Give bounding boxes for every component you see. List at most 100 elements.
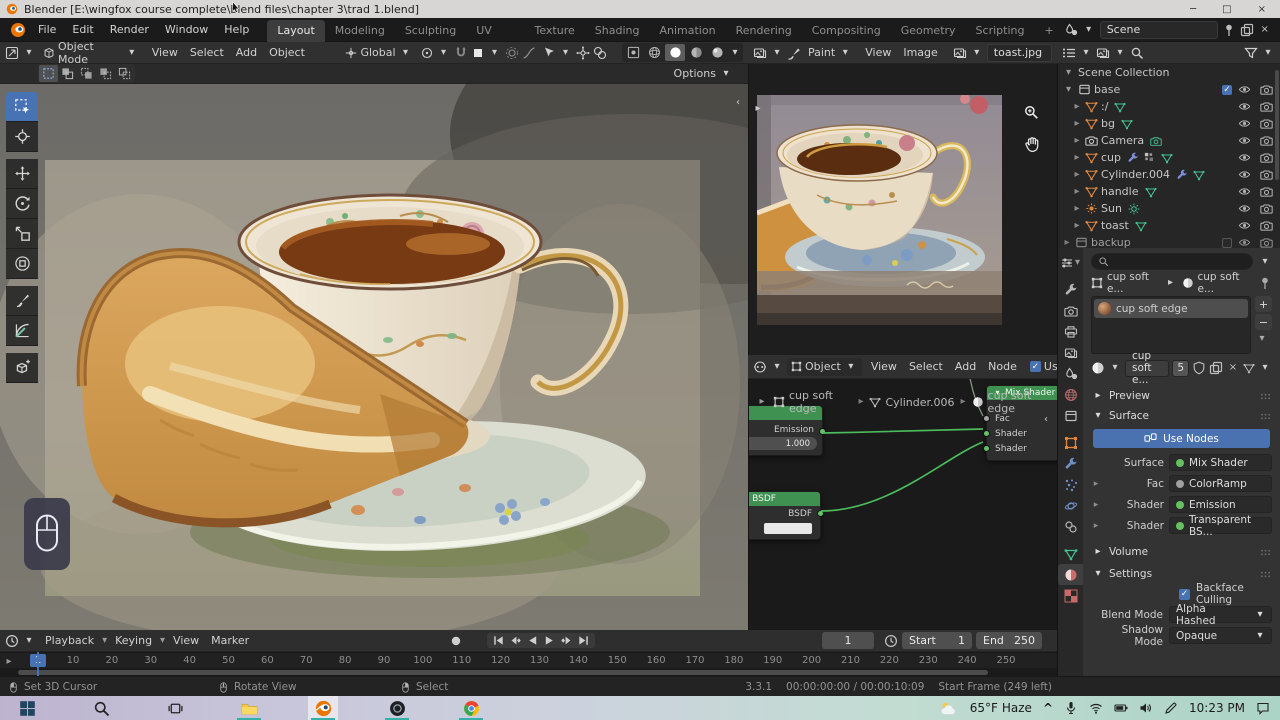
jump-to-end-button[interactable] — [577, 634, 590, 647]
taskbar-start-button[interactable] — [12, 696, 42, 720]
mouse-navigation-widget[interactable] — [24, 498, 70, 570]
options-dropdown[interactable]: Options ▾ — [670, 67, 737, 81]
chevron-down-icon[interactable]: ▾ — [22, 634, 36, 648]
overlays-icon[interactable] — [593, 46, 607, 60]
outliner-row-handle[interactable]: ▸ handle — [1058, 183, 1280, 200]
menu-file[interactable]: File — [30, 18, 64, 42]
collection-checkbox[interactable] — [1222, 237, 1232, 248]
breadcrumb-cup-soft-edge-2[interactable]: cup soft edge — [988, 389, 1051, 415]
hide-in-viewport-icon[interactable] — [1238, 134, 1251, 147]
select-mode-2-button[interactable] — [58, 65, 77, 82]
tab-layout[interactable]: Layout — [267, 19, 325, 42]
chevron-down-icon[interactable]: ▾ — [22, 46, 36, 60]
tab-texture-paint[interactable]: Texture Paint — [525, 20, 585, 59]
disclosure-icon[interactable]: ▸ — [1072, 134, 1082, 147]
microphone-icon[interactable] — [1064, 701, 1078, 715]
node-menu-node[interactable]: Node — [982, 356, 1023, 378]
viewport-canvas[interactable]: ‹ — [0, 84, 748, 630]
material-slot-list[interactable]: cup soft edge — [1091, 296, 1251, 354]
volume-panel-header[interactable]: ▸ Volume — [1083, 542, 1280, 562]
timeline-scrollbar[interactable] — [0, 668, 1057, 676]
hide-in-viewport-icon[interactable] — [1238, 168, 1251, 181]
transparent-bsdf-node[interactable]: Transparent BSDF BSDF — [749, 491, 824, 540]
chevron-down-icon[interactable]: ▾ — [437, 46, 451, 60]
viewport-menu-add[interactable]: Add — [230, 42, 263, 64]
prop-value-mix-shader[interactable]: Mix Shader — [1169, 454, 1272, 471]
breadcrumb-object[interactable]: cup soft e... — [1107, 271, 1160, 295]
pivot-point-icon[interactable] — [420, 46, 434, 60]
outliner-row-sun[interactable]: ▸ Sun — [1058, 200, 1280, 217]
volume-icon[interactable] — [1139, 701, 1153, 715]
image-menu-view[interactable]: View — [859, 42, 897, 64]
blend-mode-select[interactable]: Alpha Hashed ▾ — [1169, 603, 1272, 627]
properties-tab-modifiers[interactable] — [1058, 453, 1084, 474]
backface-culling-row[interactable]: ✓ Backface Culling — [1171, 582, 1280, 606]
playhead[interactable] — [37, 652, 39, 676]
pen-icon[interactable] — [1164, 701, 1178, 715]
disclosure-icon[interactable]: ▸ — [1072, 117, 1082, 130]
hide-in-viewport-icon[interactable] — [1238, 219, 1251, 232]
outliner-row-cylinder-004[interactable]: ▸ Cylinder.004 — [1058, 166, 1280, 183]
backface-culling-checkbox[interactable]: ✓ — [1179, 588, 1190, 600]
collection-checkbox[interactable]: ✓ — [1222, 84, 1232, 95]
snap-toggle-icon[interactable] — [454, 46, 468, 60]
tab-geometry-nodes[interactable]: Geometry Nodes — [891, 20, 966, 59]
viewport-menu-object[interactable]: Object — [263, 42, 311, 64]
clock-text[interactable]: 10:23 PM — [1189, 701, 1245, 715]
users-count-badge[interactable]: 5 — [1172, 359, 1189, 377]
editor-type-icon[interactable] — [5, 46, 19, 60]
properties-tab-object[interactable] — [1058, 432, 1084, 453]
taskbar-task-view-button[interactable] — [160, 696, 190, 720]
unlink-material-icon[interactable]: × — [1226, 361, 1240, 375]
add-slot-button[interactable]: + — [1255, 296, 1272, 312]
disable-in-renders-icon[interactable] — [1260, 117, 1273, 130]
chevron-down-icon[interactable]: ▾ — [1261, 46, 1275, 60]
hide-in-viewport-icon[interactable] — [1238, 83, 1251, 96]
tab-rendering[interactable]: Rendering — [726, 20, 802, 42]
image-selector[interactable]: toast.jpg — [986, 43, 1052, 62]
use-nodes-button[interactable]: Use Nodes — [1093, 429, 1270, 448]
properties-tab-particles[interactable] — [1058, 474, 1084, 495]
chevron-down-icon[interactable]: ▾ — [1113, 46, 1127, 60]
image-mode-dropdown[interactable]: Paint ▾ — [804, 46, 856, 60]
chevron-down-icon[interactable]: ▾ — [728, 46, 742, 60]
select-mode-4-button[interactable] — [96, 65, 115, 82]
breadcrumb-material[interactable]: cup soft e... — [1198, 271, 1251, 295]
disclosure-icon[interactable]: ▸ — [1072, 151, 1082, 164]
duplicate-material-icon[interactable] — [1209, 361, 1223, 375]
shading-material-button[interactable] — [686, 44, 706, 61]
disable-in-renders-icon[interactable] — [1260, 202, 1273, 215]
tab-compositing[interactable]: Compositing — [802, 20, 891, 42]
editor-type-icon[interactable] — [753, 360, 767, 374]
disclosure-icon[interactable]: ▸ — [1072, 219, 1082, 232]
timeline-menu-keying[interactable]: Keying — [109, 630, 158, 652]
chevron-down-icon[interactable]: ▾ — [970, 46, 984, 60]
scene-selector[interactable]: Scene — [1099, 20, 1218, 39]
chevron-down-icon[interactable]: ▾ — [770, 360, 784, 374]
disable-in-renders-icon[interactable] — [1260, 168, 1273, 181]
next-keyframe-button[interactable] — [560, 634, 573, 647]
disclosure-icon[interactable]: ▸ — [1072, 202, 1082, 215]
taskbar-search-button[interactable] — [86, 696, 116, 720]
hide-in-viewport-icon[interactable] — [1238, 185, 1251, 198]
timeline-menu-marker[interactable]: Marker — [205, 630, 255, 652]
select-mode-3-button[interactable] — [77, 65, 96, 82]
breadcrumb-cup-soft-edge-0[interactable]: cup soft edge — [789, 389, 852, 415]
properties-search-input[interactable] — [1091, 253, 1253, 270]
filter-icon[interactable] — [1244, 46, 1258, 60]
timeline-menu-playback[interactable]: Playback — [39, 630, 100, 652]
chevron-down-icon[interactable]: ▾ — [1108, 361, 1122, 375]
editor-type-icon[interactable] — [5, 634, 19, 648]
transparent-node-header[interactable]: Transparent BSDF — [749, 492, 820, 506]
material-name-field[interactable]: cup soft e... — [1125, 350, 1170, 386]
hide-in-viewport-icon[interactable] — [1238, 100, 1251, 113]
surface-panel-header[interactable]: ▾ Surface — [1083, 406, 1280, 426]
select-mode-5-button[interactable] — [115, 65, 134, 82]
tab-modeling[interactable]: Modeling — [325, 20, 395, 42]
tab-animation[interactable]: Animation — [649, 20, 725, 42]
hide-in-viewport-icon[interactable] — [1238, 236, 1251, 248]
selectability-icon[interactable] — [542, 46, 556, 60]
chevron-down-icon[interactable]: ▾ — [488, 46, 502, 60]
outliner-scrollbar[interactable] — [1275, 70, 1279, 180]
gizmos-icon[interactable] — [576, 46, 590, 60]
